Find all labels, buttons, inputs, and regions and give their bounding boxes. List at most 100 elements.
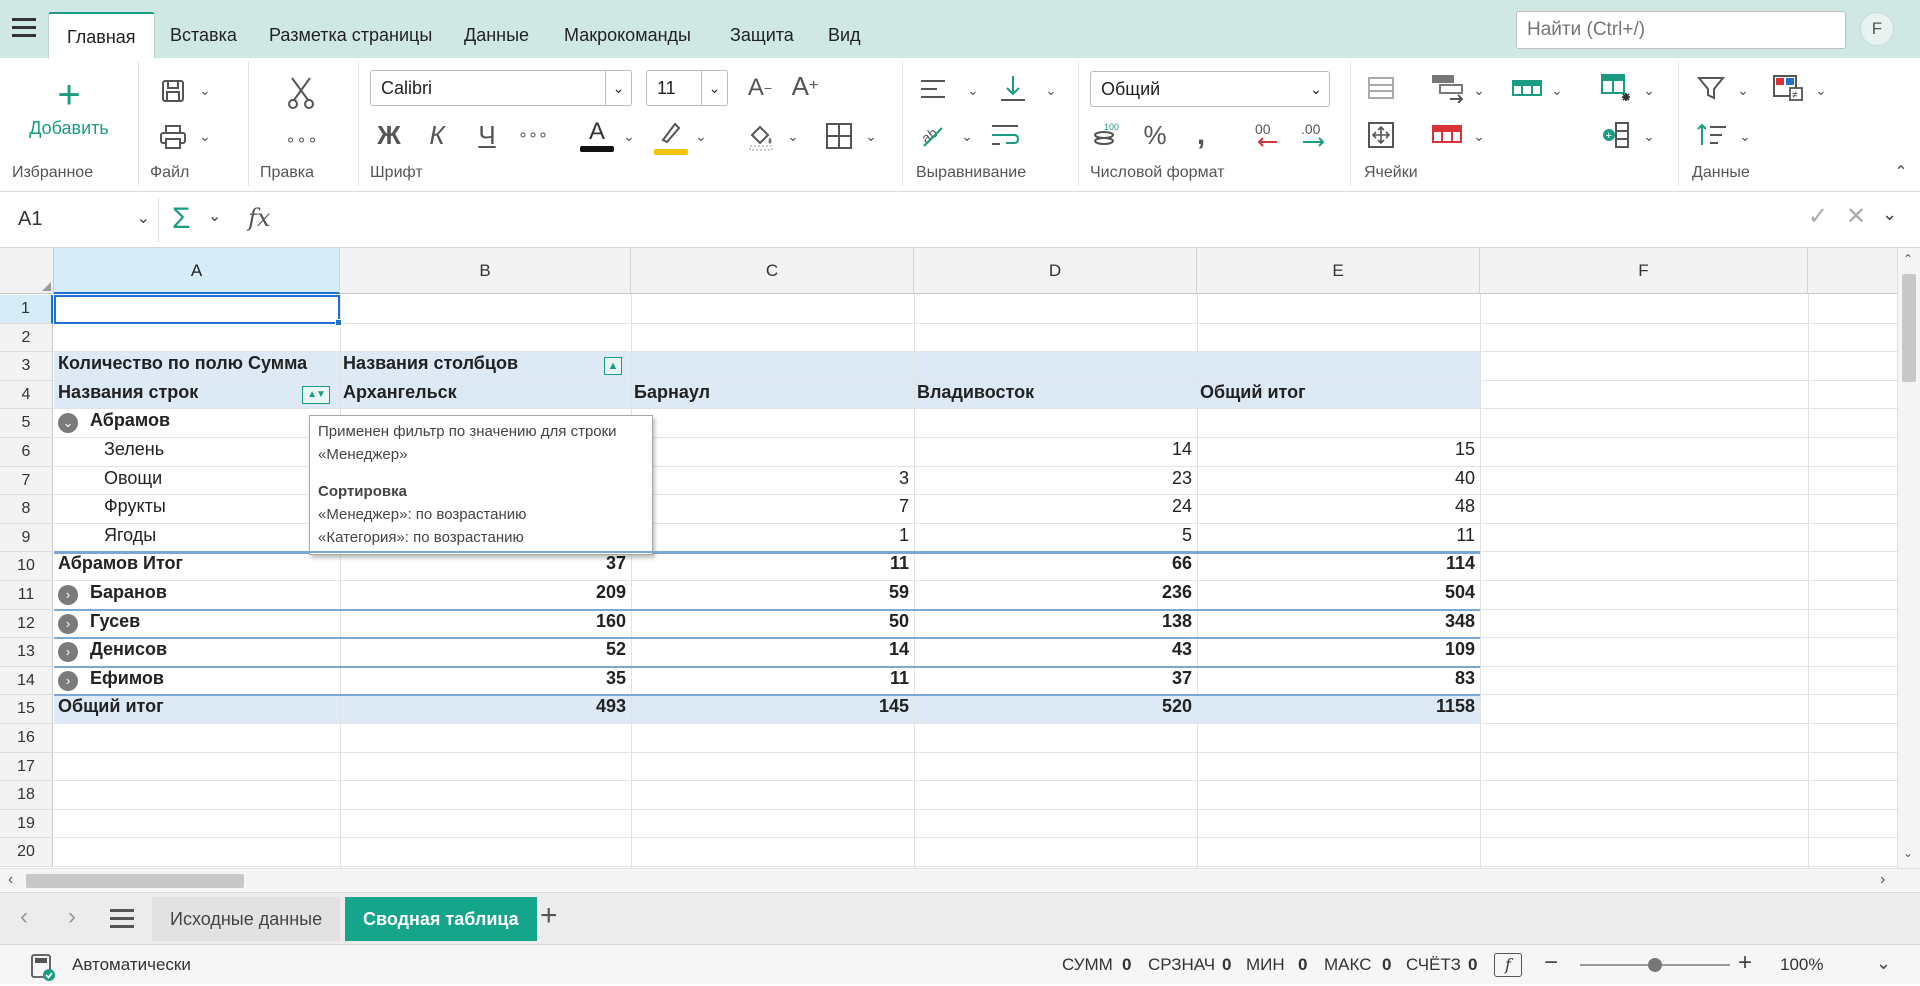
more-font-icon[interactable]: ∘∘∘ <box>516 120 550 150</box>
align-left-icon[interactable] <box>916 74 950 104</box>
next-sheet-icon[interactable]: › <box>68 903 76 931</box>
add-button[interactable]: + Добавить <box>14 72 124 152</box>
pivot-child-value[interactable]: 48 <box>1197 496 1475 517</box>
formula-input[interactable] <box>290 200 1790 240</box>
increase-font-icon[interactable]: A + <box>788 70 822 102</box>
row-header[interactable]: 13 <box>0 638 53 667</box>
pivot-group-value[interactable]: 50 <box>631 611 909 632</box>
font-size-combo[interactable]: 11 ⌄ <box>646 70 728 106</box>
collapse-group-button[interactable]: ⌄ <box>58 413 78 434</box>
pivot-col-header-arkhangelsk[interactable]: Архангельск <box>343 382 457 403</box>
decrease-decimal-icon[interactable]: 00 <box>1248 118 1284 152</box>
wrap-text-icon[interactable] <box>988 118 1022 152</box>
cut-icon[interactable] <box>284 74 318 112</box>
pivot-grand-total-vladivostok[interactable]: 520 <box>914 696 1192 717</box>
borders-icon[interactable] <box>822 118 856 154</box>
scroll-right-icon[interactable]: › <box>1880 871 1885 889</box>
pivot-group-value[interactable]: 37 <box>914 668 1192 689</box>
row-filter-button[interactable]: ▲▼ <box>302 385 330 404</box>
pivot-group-value[interactable]: 160 <box>340 611 626 632</box>
pivot-group-row-label[interactable]: Баранов <box>90 582 167 603</box>
row-header[interactable]: 11 <box>0 581 53 610</box>
underline-button[interactable]: Ч <box>470 118 504 152</box>
tab-page-layout[interactable]: Разметка страницы <box>251 12 450 58</box>
collapse-ribbon-icon[interactable]: ⌃ <box>1890 162 1912 182</box>
text-orientation-icon[interactable]: ab <box>916 118 950 152</box>
pivot-grand-total-total[interactable]: 1158 <box>1197 696 1475 717</box>
insert-table-chevron-icon[interactable]: ⌄ <box>1640 80 1658 100</box>
row-header[interactable]: 10 <box>0 552 53 581</box>
tab-view[interactable]: Вид <box>810 12 879 58</box>
delete-cells-chevron-icon[interactable]: ⌄ <box>1470 126 1488 146</box>
print-icon[interactable] <box>156 120 190 154</box>
align-chevron-icon[interactable]: ⌄ <box>964 80 982 100</box>
conditional-format-icon[interactable]: ≠ <box>1770 72 1806 104</box>
fill-handle[interactable] <box>335 319 342 326</box>
row-header[interactable]: 8 <box>0 495 53 524</box>
name-box[interactable]: A1 ⌄ <box>8 200 158 240</box>
insert-cells-chevron-icon[interactable]: ⌄ <box>1470 80 1488 100</box>
print-dropdown-chevron-icon[interactable]: ⌄ <box>196 126 214 146</box>
pivot-group-value[interactable]: 83 <box>1197 668 1475 689</box>
column-header-b[interactable]: B <box>340 248 631 294</box>
pivot-row-labels-caption[interactable]: Названия строк <box>58 382 198 403</box>
insert-rows-icon[interactable] <box>1508 72 1546 104</box>
pivot-col-header-vladivostok[interactable]: Владивосток <box>917 382 1034 403</box>
expand-group-button[interactable]: › <box>58 670 78 691</box>
pivot-grand-total-barnaul[interactable]: 145 <box>631 696 909 717</box>
increase-decimal-icon[interactable]: .00 <box>1296 118 1332 152</box>
add-sheet-button[interactable]: + <box>540 899 558 933</box>
row-header[interactable]: 12 <box>0 609 53 639</box>
insert-function-icon[interactable]: fx <box>248 204 270 232</box>
pivot-group-value[interactable]: 109 <box>1197 639 1475 660</box>
pivot-child-value[interactable]: 24 <box>914 496 1192 517</box>
pivot-group-value[interactable]: 43 <box>914 639 1192 660</box>
search-input[interactable] <box>1516 11 1846 49</box>
pivot-subtotal-barnaul[interactable]: 11 <box>631 553 909 574</box>
highlight-icon[interactable] <box>654 118 688 156</box>
save-dropdown-chevron-icon[interactable]: ⌄ <box>196 80 214 100</box>
valign-chevron-icon[interactable]: ⌄ <box>1042 80 1060 100</box>
prev-sheet-icon[interactable]: ‹ <box>20 903 28 931</box>
pivot-group-value[interactable]: 52 <box>340 639 626 660</box>
tab-insert[interactable]: Вставка <box>152 12 255 58</box>
pivot-group-value[interactable]: 348 <box>1197 611 1475 632</box>
tab-home[interactable]: Главная <box>48 12 155 59</box>
pivot-subtotal-label[interactable]: Абрамов Итог <box>58 553 183 574</box>
resize-cells-icon[interactable] <box>1364 118 1398 152</box>
delete-cells-icon[interactable] <box>1428 120 1468 150</box>
filter-chevron-icon[interactable]: ⌄ <box>1734 80 1752 100</box>
insert-table-icon[interactable] <box>1598 72 1634 104</box>
pivot-child-value[interactable]: 5 <box>914 525 1192 546</box>
row-header[interactable]: 19 <box>0 809 53 839</box>
vertical-scroll-thumb[interactable] <box>1902 274 1916 382</box>
row-header[interactable]: 4 <box>0 380 53 410</box>
sheet-list-icon[interactable] <box>110 909 134 929</box>
zoom-chevron-icon[interactable]: ⌄ <box>1876 953 1891 974</box>
pivot-child-row-label[interactable]: Зелень <box>104 439 164 460</box>
borders-chevron-icon[interactable]: ⌄ <box>862 126 880 146</box>
row-header[interactable]: 7 <box>0 466 53 496</box>
autosum-icon[interactable]: Σ <box>172 200 191 238</box>
pivot-grand-total-arkhangelsk[interactable]: 493 <box>340 696 626 717</box>
highlight-chevron-icon[interactable]: ⌄ <box>692 126 710 146</box>
font-color-icon[interactable]: A <box>580 118 614 156</box>
accounting-format-icon[interactable]: 100 <box>1090 120 1124 150</box>
zoom-in-button[interactable]: + <box>1738 949 1752 977</box>
pivot-subtotal-vladivostok[interactable]: 66 <box>914 553 1192 574</box>
pivot-child-value[interactable]: 7 <box>631 496 909 517</box>
sort-icon[interactable] <box>1694 118 1730 152</box>
pivot-group-value[interactable]: 14 <box>631 639 909 660</box>
insert-cells-icon[interactable] <box>1428 72 1468 104</box>
expand-formula-chevron-icon[interactable]: ⌄ <box>1882 204 1897 225</box>
horizontal-scroll-thumb[interactable] <box>26 874 244 888</box>
number-format-combo[interactable]: Общий ⌄ <box>1090 71 1330 107</box>
row-header[interactable]: 5 <box>0 409 53 438</box>
pivot-group-row-label[interactable]: Гусев <box>90 611 140 632</box>
pivot-child-value[interactable]: 15 <box>1197 439 1475 460</box>
pivot-child-row-label[interactable]: Фрукты <box>104 496 166 517</box>
user-avatar[interactable]: F <box>1860 12 1894 46</box>
zoom-slider-thumb[interactable] <box>1648 958 1662 972</box>
vertical-scrollbar[interactable]: ⌃ ⌄ <box>1897 248 1920 868</box>
pivot-group-abramov[interactable]: Абрамов <box>90 410 170 431</box>
